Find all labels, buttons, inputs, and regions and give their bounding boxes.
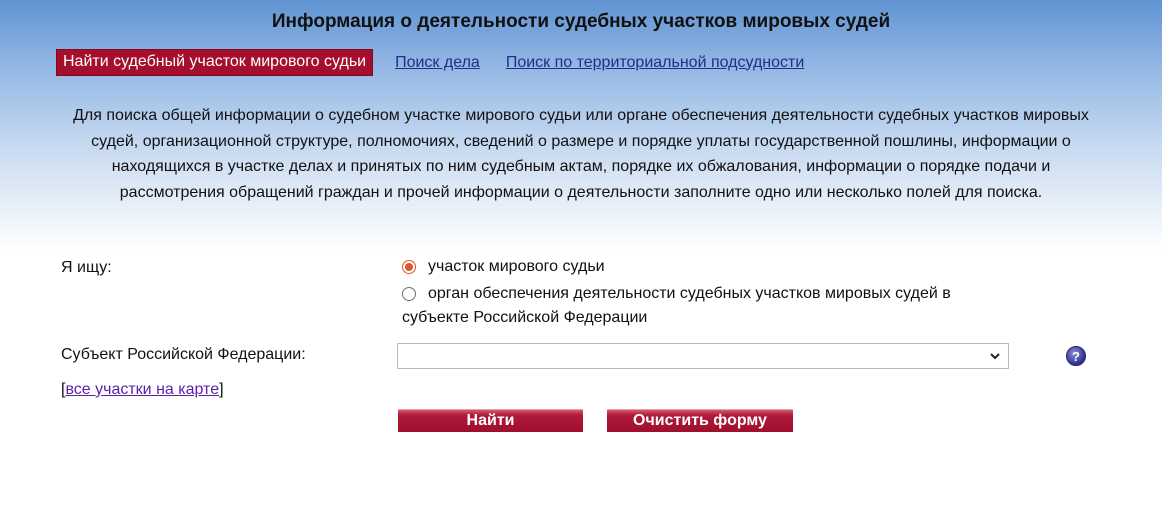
radio-button-unchecked[interactable] (402, 287, 416, 301)
find-button[interactable]: Найти (398, 409, 583, 432)
radio-label-district: участок мирового судьи (428, 258, 605, 275)
radio-option-support-body[interactable]: орган обеспечения деятельности судебных … (402, 285, 1038, 330)
nav-tabs: Найти судебный участок мирового судьи По… (56, 49, 804, 76)
help-icon[interactable]: ? (1066, 346, 1086, 366)
chevron-down-icon (990, 353, 1000, 360)
clear-form-button[interactable]: Очистить форму (607, 409, 793, 432)
radio-label-support-body-line2: субъекте Российской Федерации (402, 309, 648, 326)
map-link-container: [все участки на карте] (61, 381, 224, 399)
subject-select[interactable] (397, 343, 1009, 369)
all-districts-map-link[interactable]: все участки на карте (65, 381, 219, 398)
bracket-close: ] (219, 381, 224, 398)
tab-case-search[interactable]: Поиск дела (395, 54, 480, 72)
radio-label-support-body-line1: орган обеспечения деятельности судебных … (428, 285, 951, 302)
seek-label: Я ищу: (61, 259, 112, 276)
tab-find-court-district[interactable]: Найти судебный участок мирового судьи (56, 49, 374, 76)
page-title: Информация о деятельности судебных участ… (271, 11, 891, 32)
subject-label: Субъект Российской Федерации: (61, 346, 306, 363)
intro-text: Для поиска общей информации о судебном у… (73, 107, 1089, 201)
tab-territorial-search[interactable]: Поиск по территориальной подсудности (506, 54, 805, 72)
radio-label-support-body: орган обеспечения деятельности судебных … (402, 282, 1038, 330)
radio-option-district[interactable]: участок мирового судьи (402, 258, 605, 279)
radio-button-checked[interactable] (402, 260, 416, 274)
